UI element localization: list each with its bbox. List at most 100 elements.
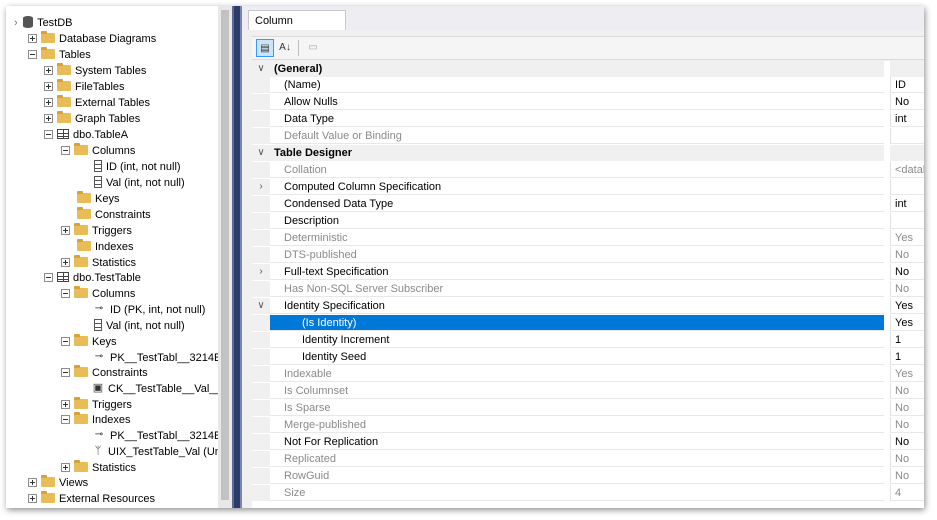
expand-icon[interactable] xyxy=(28,477,37,487)
collapse-icon[interactable] xyxy=(61,288,70,298)
property-value[interactable]: No xyxy=(890,417,924,433)
property-row[interactable]: Data Type int xyxy=(252,111,924,127)
tree-node-key[interactable]: ⊸ PK__TestTabl__3214EC2 xyxy=(92,350,218,366)
property-value[interactable]: No xyxy=(890,400,924,416)
tree-node-triggers[interactable]: Triggers xyxy=(61,397,132,413)
tree-node-constraints[interactable]: Constraints xyxy=(61,365,148,381)
tree-node-system-tables[interactable]: System Tables xyxy=(44,63,146,79)
property-row[interactable]: Deterministic Yes xyxy=(252,230,924,246)
tree-node-graph-tables[interactable]: Graph Tables xyxy=(44,111,140,127)
categorized-icon[interactable]: ▤ xyxy=(256,39,274,57)
expand-icon[interactable] xyxy=(61,257,70,267)
collapse-icon[interactable] xyxy=(61,336,70,346)
tree-node-index[interactable]: ⊸ PK__TestTabl__3214EC2 xyxy=(92,428,218,444)
property-value[interactable]: No xyxy=(890,383,924,399)
property-row[interactable]: › Computed Column Specification xyxy=(252,179,924,195)
expand-chevron-icon[interactable]: › xyxy=(252,264,270,280)
tree-node-keys[interactable]: Keys xyxy=(77,191,119,207)
tree-node-tables[interactable]: Tables xyxy=(28,47,91,63)
property-row[interactable]: Description xyxy=(252,213,924,229)
property-value[interactable]: Yes xyxy=(890,298,924,314)
tree-node-column[interactable]: Val (int, not null) xyxy=(94,175,185,191)
tree-node-column[interactable]: Val (int, not null) xyxy=(94,318,185,334)
collapse-icon[interactable] xyxy=(44,272,53,282)
tree-node-external-tables[interactable]: External Tables xyxy=(44,95,150,111)
property-row[interactable]: Is Columnset No xyxy=(252,383,924,399)
property-row[interactable]: Size 4 xyxy=(252,485,924,501)
tree-node-index[interactable]: ᛘ UIX_TestTable_Val (Uni xyxy=(92,444,218,460)
property-row[interactable]: Is Sparse No xyxy=(252,400,924,416)
property-row[interactable]: Allow Nulls No xyxy=(252,94,924,110)
property-value[interactable]: 1 xyxy=(890,332,924,348)
property-row-selected[interactable]: (Is Identity) Yes xyxy=(252,315,924,331)
property-row[interactable]: (Name) ID xyxy=(252,77,924,93)
panel-splitter[interactable] xyxy=(232,6,242,508)
tree-node-indexes[interactable]: Indexes xyxy=(77,239,134,255)
expand-icon[interactable] xyxy=(61,225,70,235)
collapse-icon[interactable] xyxy=(44,129,53,139)
property-row[interactable]: Condensed Data Type int xyxy=(252,196,924,212)
property-row[interactable]: › Full-text Specification No xyxy=(252,264,924,280)
property-value[interactable]: int xyxy=(890,111,924,127)
tree-node-filetables[interactable]: FileTables xyxy=(44,79,125,95)
expand-chevron-icon[interactable]: › xyxy=(252,179,270,195)
tree-node-dbo-tablea[interactable]: dbo.TableA xyxy=(44,127,128,143)
tree-node-columns[interactable]: Columns xyxy=(61,143,135,159)
property-value[interactable]: Yes xyxy=(890,366,924,382)
collapse-chevron-icon[interactable]: ∨ xyxy=(252,145,270,161)
property-row[interactable]: Identity Seed 1 xyxy=(252,349,924,365)
tab-column-properties[interactable]: Column Properties xyxy=(248,10,346,47)
property-value[interactable]: No xyxy=(890,264,924,280)
expand-icon[interactable] xyxy=(61,462,70,472)
property-value[interactable] xyxy=(890,179,924,195)
property-value[interactable]: 1 xyxy=(890,349,924,365)
expand-icon[interactable] xyxy=(44,113,53,123)
collapse-icon[interactable] xyxy=(28,49,37,59)
tree-node-keys[interactable]: Keys xyxy=(61,334,116,350)
property-value[interactable]: Yes xyxy=(890,230,924,246)
property-value[interactable]: <datal xyxy=(890,162,924,178)
property-row[interactable]: Replicated No xyxy=(252,451,924,467)
property-value[interactable]: No xyxy=(890,451,924,467)
property-value[interactable]: No xyxy=(890,247,924,263)
tree-node-dbo-testtable[interactable]: dbo.TestTable xyxy=(44,270,141,286)
property-value[interactable]: ID xyxy=(890,77,924,93)
tree-node-triggers[interactable]: Triggers xyxy=(61,223,132,239)
property-row[interactable]: Has Non-SQL Server Subscriber No xyxy=(252,281,924,297)
property-value[interactable]: No xyxy=(890,434,924,450)
alphabetical-sort-icon[interactable]: A↓ xyxy=(276,39,294,57)
expand-icon[interactable] xyxy=(44,81,53,91)
tree-node-columns[interactable]: Columns xyxy=(61,286,135,302)
expand-icon[interactable] xyxy=(28,493,37,503)
property-row[interactable]: Default Value or Binding xyxy=(252,128,924,144)
tree-node-external-resources[interactable]: External Resources xyxy=(28,491,155,507)
property-row[interactable]: ∨ Identity Specification Yes xyxy=(252,298,924,314)
tree-node-testdb[interactable]: › TestDB xyxy=(14,15,73,31)
property-row[interactable]: Merge-published No xyxy=(252,417,924,433)
collapse-icon[interactable] xyxy=(61,367,70,377)
expand-icon[interactable] xyxy=(44,65,53,75)
expand-icon[interactable] xyxy=(61,399,70,409)
property-value[interactable]: int xyxy=(890,196,924,212)
collapse-chevron-icon[interactable]: ∨ xyxy=(252,298,270,314)
property-row[interactable]: DTS-published No xyxy=(252,247,924,263)
category-table-designer[interactable]: ∨ Table Designer xyxy=(252,145,924,161)
property-row[interactable]: Identity Increment 1 xyxy=(252,332,924,348)
collapse-icon[interactable] xyxy=(61,145,70,155)
tree-node-database-diagrams[interactable]: Database Diagrams xyxy=(28,31,156,47)
property-pages-icon[interactable]: ▭ xyxy=(304,39,322,57)
property-value[interactable] xyxy=(890,128,924,144)
property-value[interactable]: No xyxy=(890,94,924,110)
property-value[interactable]: No xyxy=(890,281,924,297)
property-row[interactable]: Not For Replication No xyxy=(252,434,924,450)
property-row[interactable]: RowGuid No xyxy=(252,468,924,484)
expand-icon[interactable] xyxy=(44,97,53,107)
property-row[interactable]: Indexable Yes xyxy=(252,366,924,382)
property-value[interactable]: No xyxy=(890,468,924,484)
scrollbar-thumb[interactable] xyxy=(221,10,229,500)
tree-node-column[interactable]: ID (int, not null) xyxy=(94,159,181,175)
tree-node-statistics[interactable]: Statistics xyxy=(61,460,136,476)
category-general[interactable]: ∨ (General) xyxy=(252,61,924,77)
tree-node-indexes[interactable]: Indexes xyxy=(61,412,131,428)
collapse-icon[interactable] xyxy=(61,414,70,424)
